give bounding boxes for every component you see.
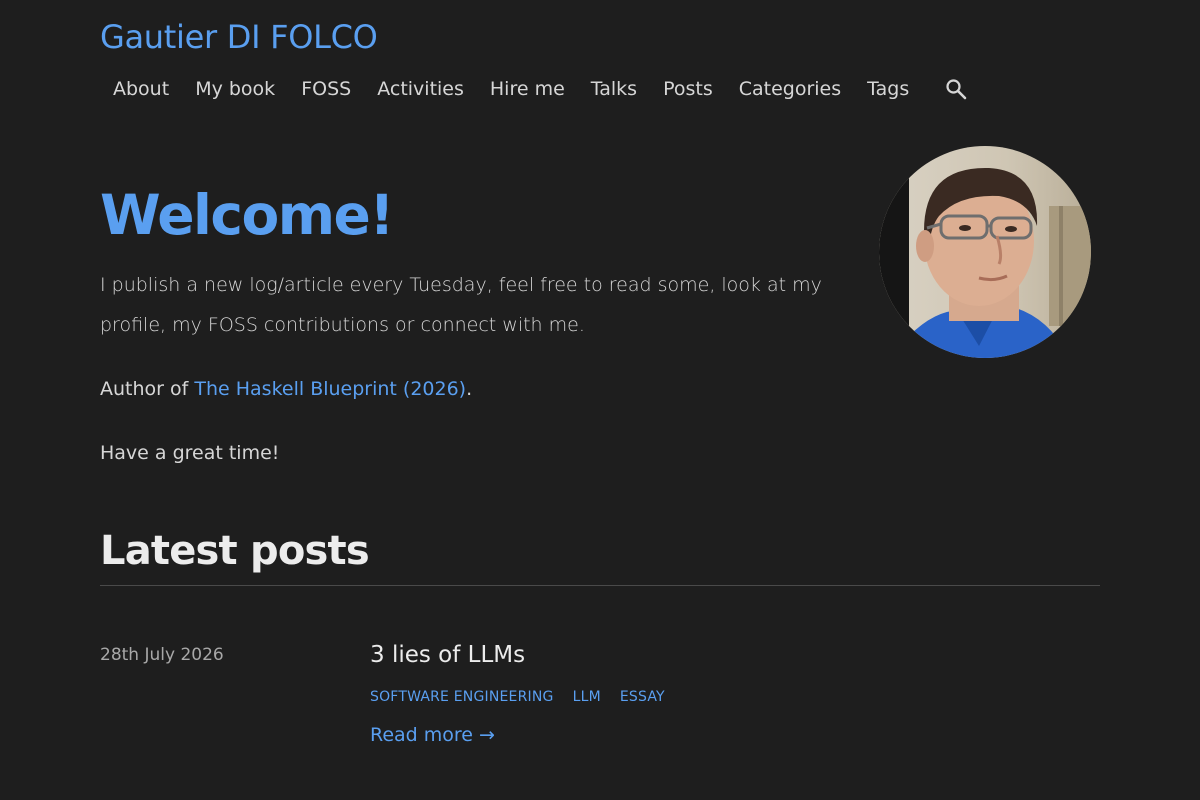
tag-software-engineering[interactable]: SOFTWARE ENGINEERING [370, 687, 554, 707]
author-line: Author of The Haskell Blueprint (2026). [100, 369, 472, 409]
section-divider [100, 585, 1100, 586]
nav-item-talks[interactable]: Talks [578, 74, 650, 104]
latest-posts-heading: Latest posts [100, 528, 370, 574]
intro-text: I publish a new log/article every Tuesda… [100, 274, 822, 336]
nav-item-posts[interactable]: Posts [650, 74, 726, 104]
nav-item-categories[interactable]: Categories [726, 74, 854, 104]
search-icon[interactable] [944, 77, 968, 101]
greeting-text: Have a great time! [100, 442, 280, 464]
site-title-link[interactable]: Gautier DI FOLCO [100, 18, 378, 56]
nav-item-about[interactable]: About [100, 74, 182, 104]
tag-llm[interactable]: LLM [573, 687, 601, 707]
nav-item-my-book[interactable]: My book [182, 74, 288, 104]
nav-item-tags[interactable]: Tags [854, 74, 922, 104]
nav-item-foss[interactable]: FOSS [288, 74, 364, 104]
author-suffix: . [466, 378, 473, 400]
post-tags: SOFTWARE ENGINEERING LLM ESSAY [370, 687, 665, 707]
main-nav: About My book FOSS Activities Hire me Ta… [100, 74, 968, 104]
tag-essay[interactable]: ESSAY [620, 687, 665, 707]
profile-avatar [879, 146, 1091, 358]
welcome-heading: Welcome! [100, 183, 394, 247]
post-title-link[interactable]: 3 lies of LLMs [370, 640, 525, 670]
book-link[interactable]: The Haskell Blueprint (2026) [194, 378, 466, 400]
nav-item-hire-me[interactable]: Hire me [477, 74, 578, 104]
nav-item-activities[interactable]: Activities [364, 74, 477, 104]
search-icon-graphic [946, 79, 967, 100]
author-prefix: Author of [100, 378, 195, 400]
read-more-link[interactable]: Read more → [370, 721, 495, 749]
profile-photo [879, 146, 1091, 358]
post-date: 28th July 2026 [100, 645, 224, 665]
